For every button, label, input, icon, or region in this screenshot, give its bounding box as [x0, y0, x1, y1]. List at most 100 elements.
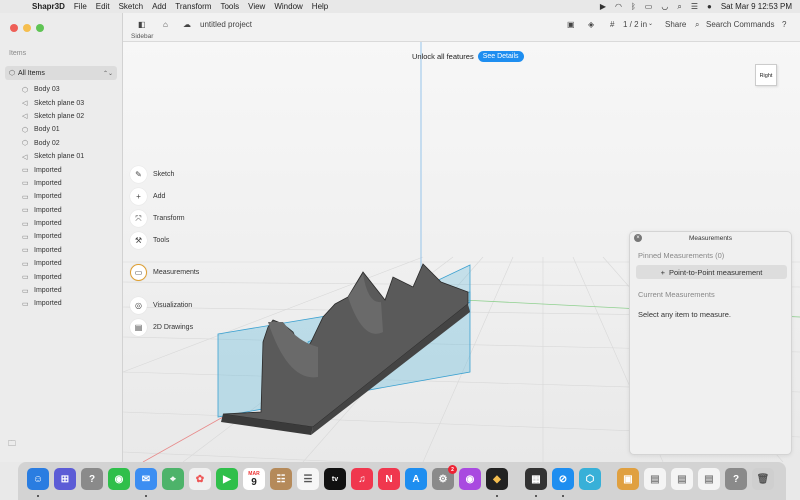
- sidebar: Items ⬡ All Items ⌃⌄ ⬡ Body 03 ◁ Sketch pla…: [0, 13, 123, 462]
- page-units-dropdown[interactable]: 1 / 2 in: [623, 20, 647, 29]
- menu-clock[interactable]: Sat Mar 9 12:53 PM: [721, 2, 792, 11]
- point-to-point-label: Point-to-Point measurement: [669, 267, 763, 277]
- finder-icon[interactable]: ☺: [27, 468, 49, 490]
- tool-measurements[interactable]: ▭ Measurements: [130, 264, 199, 281]
- search-commands-button[interactable]: Search Commands: [706, 20, 774, 29]
- document-icon-3[interactable]: ▤: [698, 468, 720, 490]
- shapr3d-icon[interactable]: ◆: [486, 468, 508, 490]
- folder-icon: ▭: [22, 247, 29, 255]
- pinned-measurements-label: Pinned Measurements (0): [638, 251, 725, 260]
- sidebar-tree-item[interactable]: ▭ Imported: [0, 177, 123, 190]
- sidebar-tree-item[interactable]: ◁ Sketch plane 01: [0, 150, 123, 163]
- help-icon[interactable]: ?: [782, 20, 786, 29]
- headphones-icon[interactable]: ◠: [615, 0, 622, 13]
- zoom-window-button[interactable]: [36, 24, 44, 32]
- menu-edit[interactable]: Edit: [96, 2, 110, 11]
- bluetooth-icon[interactable]: ᛒ: [631, 0, 636, 13]
- tool-tools[interactable]: ⚒ Tools: [130, 232, 169, 249]
- tool-visualization[interactable]: ◎ Visualization: [130, 297, 192, 314]
- notification-icon[interactable]: ◈: [588, 20, 594, 29]
- unknown-app-icon-2[interactable]: ?: [725, 468, 747, 490]
- document-icon[interactable]: ▤: [644, 468, 666, 490]
- grid-icon[interactable]: #: [610, 20, 614, 29]
- archive-icon[interactable]: ▣: [567, 20, 575, 29]
- trash-icon[interactable]: 🗑: [752, 468, 774, 490]
- unknown-app-icon[interactable]: ?: [81, 468, 103, 490]
- sidebar-tree-item[interactable]: ⬡ Body 01: [0, 123, 123, 136]
- menu-help[interactable]: Help: [312, 2, 328, 11]
- sidebar-tree-item[interactable]: ▭ Imported: [0, 284, 123, 297]
- safari-icon[interactable]: ⊘: [552, 468, 574, 490]
- tool-2d-drawings[interactable]: ▤ 2D Drawings: [130, 319, 193, 336]
- sidebar-tree-item[interactable]: ▭ Imported: [0, 163, 123, 176]
- menu-add[interactable]: Add: [152, 2, 166, 11]
- folder-icon: ▭: [22, 207, 29, 215]
- tool-add[interactable]: + Add: [130, 188, 165, 205]
- preview-app-icon[interactable]: ▦: [525, 468, 547, 490]
- items-filter-dropdown[interactable]: ⬡ All Items ⌃⌄: [5, 66, 117, 80]
- document-icon-2[interactable]: ▤: [671, 468, 693, 490]
- control-center-icon[interactable]: ☰: [691, 0, 698, 13]
- sidebar-tree-item[interactable]: ▭ Imported: [0, 270, 123, 283]
- sidebar-tree-item-label: Body 03: [34, 86, 60, 94]
- home-icon[interactable]: ⌂: [163, 20, 168, 29]
- app-store-icon[interactable]: A: [405, 468, 427, 490]
- sidebar-toggle-icon[interactable]: ◧: [138, 20, 146, 29]
- running-indicator: [496, 495, 498, 497]
- sketch-plane-icon: ◁: [22, 113, 28, 121]
- spotlight-icon[interactable]: ⌕: [677, 0, 681, 13]
- apple-tv-icon[interactable]: tv: [324, 468, 346, 490]
- minimize-window-button[interactable]: [23, 24, 31, 32]
- chevron-down-icon: ⌄: [648, 21, 654, 27]
- sidebar-tree-item[interactable]: ▭ Imported: [0, 204, 123, 217]
- sidebar-tree-item[interactable]: ▭ Imported: [0, 257, 123, 270]
- music-icon[interactable]: ♫: [351, 468, 373, 490]
- mail-icon[interactable]: ✉: [135, 468, 157, 490]
- app-menu[interactable]: Shapr3D: [32, 2, 65, 11]
- cube-app-icon[interactable]: ⬡: [579, 468, 601, 490]
- menu-file[interactable]: File: [74, 2, 87, 11]
- menu-transform[interactable]: Transform: [175, 2, 211, 11]
- sidebar-tree-item[interactable]: ◁ Sketch plane 03: [0, 96, 123, 109]
- sidebar-tree-item[interactable]: ▭ Imported: [0, 230, 123, 243]
- maps-icon[interactable]: ⌖: [162, 468, 184, 490]
- sidebar-tree-item[interactable]: ▭ Imported: [0, 190, 123, 203]
- launchpad-icon[interactable]: ⊞: [54, 468, 76, 490]
- sidebar-tree-item[interactable]: ▭ Imported: [0, 217, 123, 230]
- system-settings-icon[interactable]: ⚙ 2: [432, 465, 457, 490]
- podcasts-icon[interactable]: ◉: [459, 468, 481, 490]
- sidebar-tree-item[interactable]: ▭ Imported: [0, 244, 123, 257]
- sidebar-tree-item[interactable]: ⬡ Body 03: [0, 83, 123, 96]
- menu-sketch[interactable]: Sketch: [119, 2, 143, 11]
- share-button[interactable]: Share: [665, 20, 686, 29]
- calendar-icon[interactable]: MAR 9: [243, 468, 265, 490]
- wifi-icon[interactable]: ◡: [661, 0, 668, 13]
- play-icon[interactable]: ▶: [600, 0, 606, 13]
- sidebar-tree-item[interactable]: ◁ Sketch plane 02: [0, 110, 123, 123]
- close-window-button[interactable]: [10, 24, 18, 32]
- contacts-icon[interactable]: ☷: [270, 468, 292, 490]
- folder-add-icon[interactable]: 🗀: [8, 438, 16, 452]
- running-indicator: [145, 495, 147, 497]
- tool-transform[interactable]: ⤧ Transform: [130, 210, 185, 227]
- sidebar-tree-item[interactable]: ▭ Imported: [0, 297, 123, 310]
- photos-icon[interactable]: ✿: [189, 468, 211, 490]
- news-icon[interactable]: N: [378, 468, 400, 490]
- battery-icon[interactable]: ▭: [645, 0, 653, 13]
- menu-tools[interactable]: Tools: [220, 2, 239, 11]
- package-icon[interactable]: ▣: [617, 468, 639, 490]
- project-title[interactable]: untitled project: [200, 20, 252, 29]
- menu-window[interactable]: Window: [274, 2, 302, 11]
- menu-view[interactable]: View: [248, 2, 265, 11]
- cloud-sync-icon[interactable]: ☁: [183, 20, 191, 29]
- messages-icon[interactable]: ◉: [108, 468, 130, 490]
- reminders-icon[interactable]: ☰: [297, 468, 319, 490]
- see-details-button[interactable]: See Details: [477, 51, 524, 62]
- tool-sketch[interactable]: ✎ Sketch: [130, 166, 174, 183]
- point-to-point-button[interactable]: + Point-to-Point measurement: [636, 265, 787, 279]
- view-cube[interactable]: Right: [755, 64, 777, 86]
- siri-icon[interactable]: ●: [707, 0, 712, 13]
- window-controls: [10, 24, 44, 32]
- sidebar-tree-item[interactable]: ⬡ Body 02: [0, 137, 123, 150]
- facetime-icon[interactable]: ▶: [216, 468, 238, 490]
